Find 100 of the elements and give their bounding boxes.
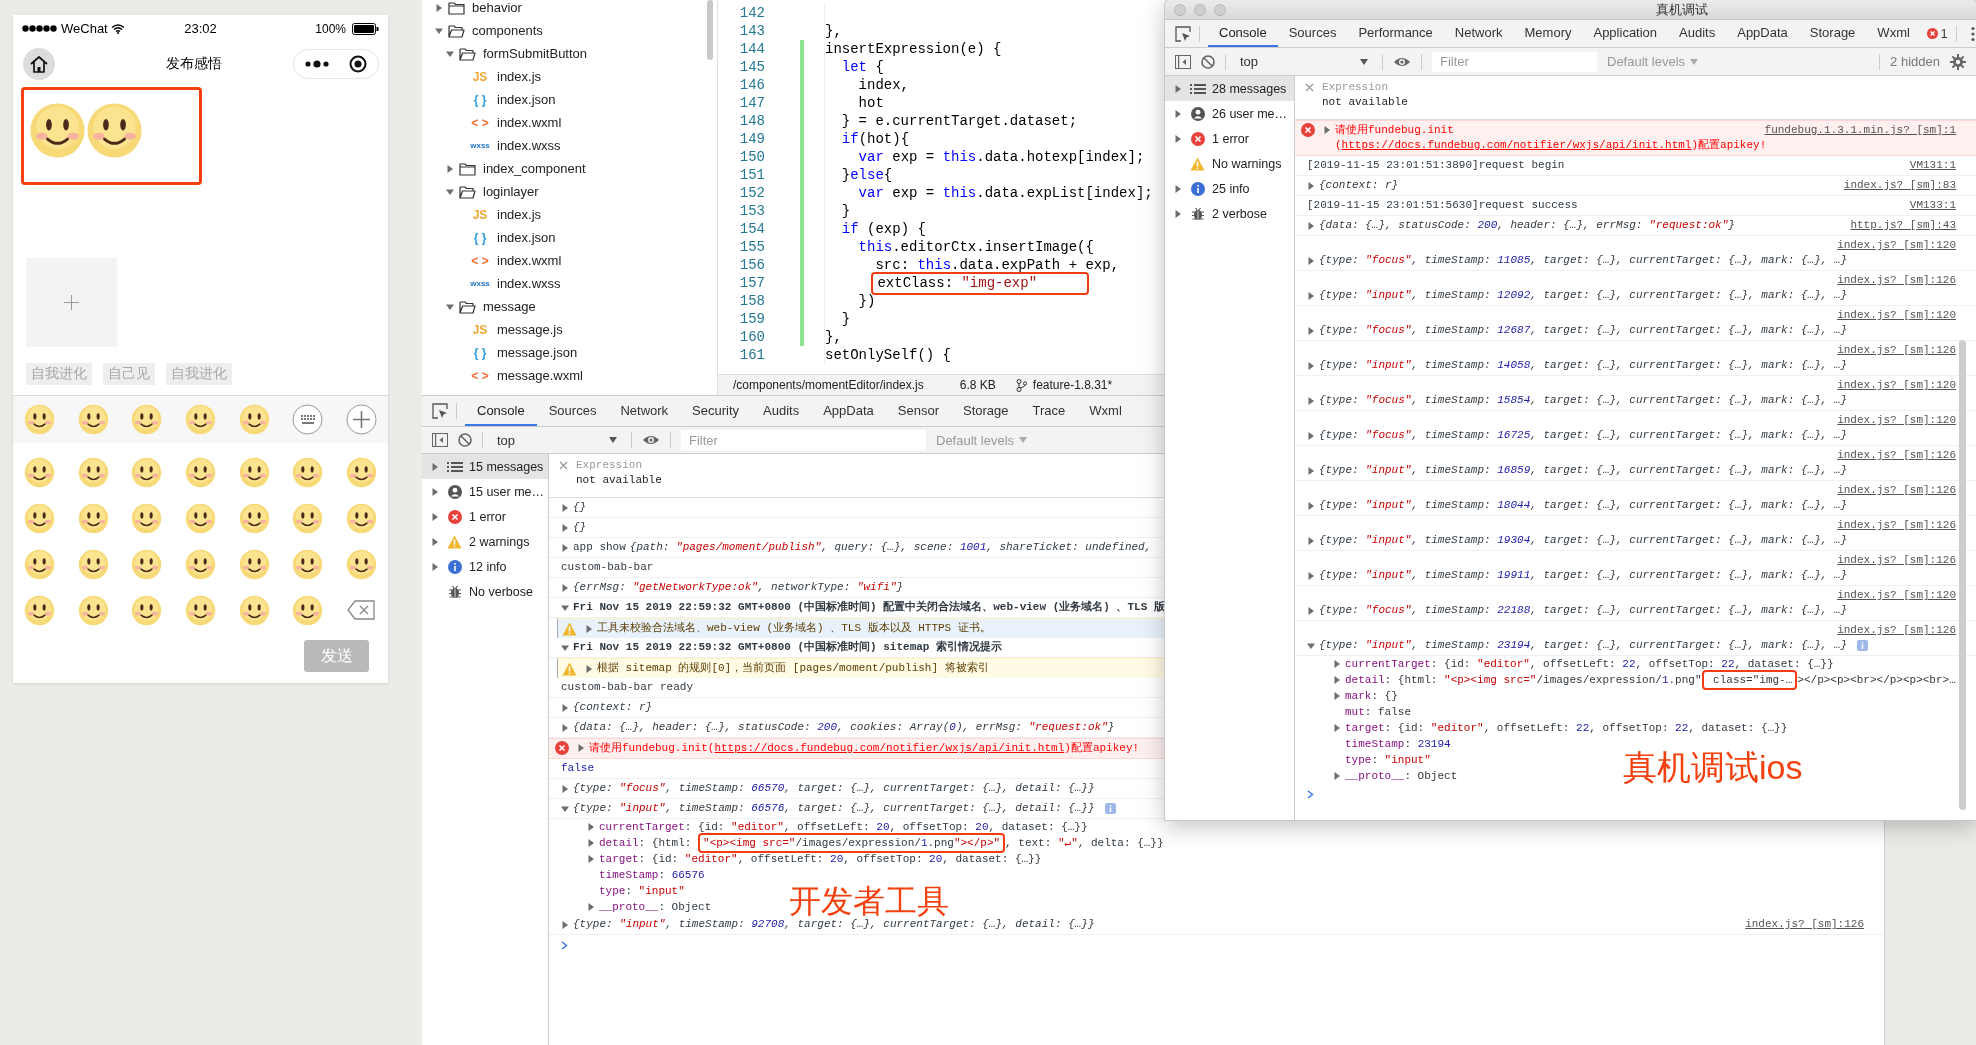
- caret-icon[interactable]: [435, 3, 443, 12]
- smiley-icon[interactable]: [131, 404, 163, 435]
- smiley-icon[interactable]: [24, 404, 56, 435]
- smiley-icon[interactable]: [77, 548, 109, 580]
- tree-item[interactable]: formSubmitButton: [422, 42, 717, 65]
- backspace-icon[interactable]: [347, 600, 376, 620]
- caret-icon[interactable]: [1174, 134, 1182, 143]
- smiley-icon[interactable]: [24, 594, 56, 626]
- sidebar-toggle-icon[interactable]: [432, 433, 448, 447]
- tab[interactable]: Application: [1582, 20, 1669, 47]
- caret-icon[interactable]: [561, 920, 569, 929]
- tab[interactable]: Network: [1443, 20, 1514, 47]
- source-link[interactable]: http.js? [sm]:43: [1850, 218, 1956, 233]
- sidebar-item[interactable]: 15 messages: [422, 454, 548, 479]
- smiley-icon[interactable]: [131, 594, 163, 626]
- tab[interactable]: Wxml: [1866, 20, 1921, 47]
- caret-icon[interactable]: [446, 164, 454, 173]
- sidebar-item[interactable]: 12 info: [422, 554, 548, 579]
- source-link[interactable]: index.js? [sm]:126: [1745, 917, 1864, 932]
- caret-icon[interactable]: [1307, 641, 1315, 650]
- smiley-icon[interactable]: [238, 502, 270, 534]
- add-icon[interactable]: [345, 404, 377, 435]
- tab[interactable]: Sources: [1277, 20, 1348, 47]
- sidebar-item[interactable]: No warnings: [1165, 151, 1294, 176]
- settings-icon[interactable]: [1950, 53, 1966, 70]
- eye-icon[interactable]: [642, 434, 660, 446]
- caret-icon[interactable]: [1307, 536, 1315, 545]
- tree-item[interactable]: < > message.wxml: [422, 364, 717, 387]
- smiley-icon[interactable]: [185, 548, 216, 580]
- caret-icon[interactable]: [561, 703, 569, 712]
- caret-icon[interactable]: [585, 664, 593, 673]
- eye-icon[interactable]: [1393, 55, 1411, 68]
- context-dropdown[interactable]: top: [493, 432, 621, 448]
- tree-item[interactable]: { } message.json: [422, 341, 717, 364]
- caret-icon[interactable]: [1307, 606, 1315, 615]
- caret-icon[interactable]: [435, 26, 443, 35]
- tree-item[interactable]: < > index.wxml: [422, 249, 717, 272]
- source-link[interactable]: index.js? [sm]:120: [1837, 588, 1956, 603]
- source-link[interactable]: index.js? [sm]:120: [1837, 308, 1956, 323]
- caret-icon[interactable]: [1307, 501, 1315, 510]
- sidebar-item[interactable]: 2 verbose: [1165, 201, 1294, 226]
- smiley-icon[interactable]: [77, 404, 109, 435]
- caret-icon[interactable]: [446, 187, 454, 196]
- caret-icon[interactable]: [431, 512, 439, 521]
- sidebar-toggle-icon[interactable]: [1175, 54, 1191, 69]
- sidebar-item[interactable]: 25 info: [1165, 176, 1294, 201]
- sidebar-item[interactable]: 2 warnings: [422, 529, 548, 554]
- smiley-icon[interactable]: [185, 456, 216, 488]
- smiley-icon[interactable]: [77, 594, 109, 626]
- source-link[interactable]: index.js? [sm]:120: [1837, 413, 1956, 428]
- smiley-icon[interactable]: [131, 502, 163, 534]
- filter-field[interactable]: Filter: [681, 430, 926, 450]
- tree-item[interactable]: JS index.js: [422, 203, 717, 226]
- tab[interactable]: Audits: [751, 396, 812, 426]
- smiley-icon[interactable]: [292, 502, 324, 534]
- tree-item[interactable]: { } index.json: [422, 88, 717, 111]
- doc-link[interactable]: https://docs.fundebug.com/notifier/wxjs/api/init.html: [1341, 139, 1692, 151]
- caret-icon[interactable]: [1307, 396, 1315, 405]
- caret-icon[interactable]: [1333, 724, 1341, 732]
- smiley-icon[interactable]: [131, 456, 163, 488]
- smiley-icon[interactable]: [185, 594, 216, 626]
- caret-icon[interactable]: [431, 462, 439, 471]
- smiley-icon[interactable]: [185, 404, 216, 435]
- smiley-icon[interactable]: [345, 502, 377, 534]
- caret-icon[interactable]: [561, 784, 569, 793]
- tab[interactable]: Security: [680, 396, 752, 426]
- sidebar-item[interactable]: 1 error: [422, 504, 548, 529]
- more-icon[interactable]: [1970, 25, 1975, 42]
- sidebar-item[interactable]: 15 user me…: [422, 479, 548, 504]
- source-link[interactable]: VM131:1: [1909, 158, 1956, 173]
- scrollbar-thumb[interactable]: [1959, 340, 1966, 810]
- source-link[interactable]: index.js? [sm]:126: [1837, 483, 1956, 498]
- tab[interactable]: Storage: [1798, 20, 1867, 47]
- caret-icon[interactable]: [561, 583, 569, 592]
- close-icon[interactable]: [1305, 82, 1314, 92]
- caret-icon[interactable]: [446, 49, 454, 58]
- caret-icon[interactable]: [577, 744, 585, 752]
- source-link[interactable]: index.js? [sm]:126: [1837, 273, 1956, 288]
- tab[interactable]: Memory: [1513, 20, 1583, 47]
- smiley-icon[interactable]: [77, 456, 109, 488]
- caret-icon[interactable]: [1307, 221, 1315, 230]
- smiley-icon[interactable]: [24, 548, 56, 580]
- tree-item[interactable]: { } index.json: [422, 226, 717, 249]
- smiley-icon[interactable]: [238, 594, 270, 626]
- tree-item[interactable]: components: [422, 19, 717, 42]
- tree-item[interactable]: < > index.wxml: [422, 111, 717, 134]
- caret-icon[interactable]: [561, 503, 569, 512]
- source-link[interactable]: index.js? [sm]:126: [1837, 623, 1956, 638]
- smiley-icon[interactable]: [131, 548, 163, 580]
- caret-icon[interactable]: [1333, 772, 1341, 780]
- smiley-icon[interactable]: [238, 404, 270, 435]
- home-button[interactable]: [23, 48, 55, 80]
- tree-item[interactable]: loginlayer: [422, 180, 717, 203]
- caret-icon[interactable]: [431, 487, 439, 496]
- tab[interactable]: Performance: [1347, 20, 1444, 47]
- smiley-icon[interactable]: [77, 502, 109, 534]
- caret-icon[interactable]: [1307, 571, 1315, 580]
- caret-icon[interactable]: [587, 903, 595, 911]
- smiley-icon[interactable]: [292, 456, 324, 488]
- source-link[interactable]: index.js? [sm]:126: [1837, 518, 1956, 533]
